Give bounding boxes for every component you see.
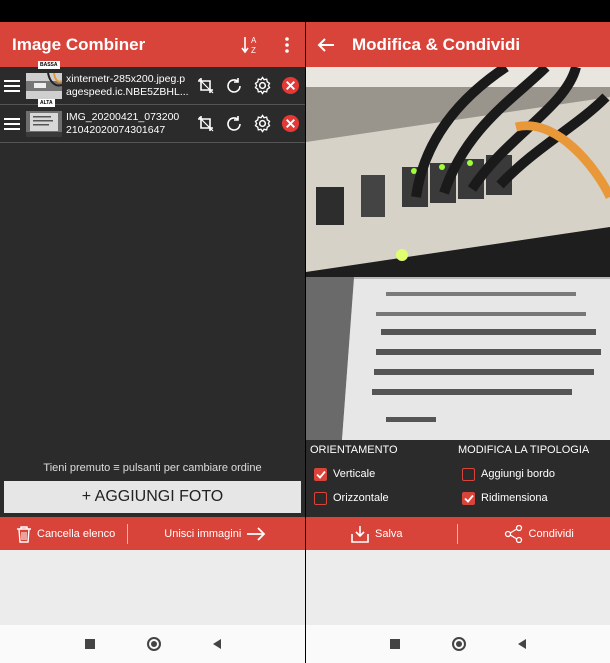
checkbox-checked-icon[interactable] [462,491,475,505]
quality-badge: BASSA [38,61,60,69]
checkbox-checked-icon[interactable] [314,467,327,481]
image-filename: xinternetr-285x200.jpeg.p agespeed.ic.NB… [66,72,189,98]
orientation-header: ORIENTAMENTO [310,444,398,456]
clear-list-button[interactable]: Cancella elenco [16,525,115,543]
save-icon [351,525,369,543]
rotate-icon[interactable] [220,72,248,100]
orientation-horizontal-label: Orizzontale [333,492,389,504]
svg-text:A: A [251,36,257,45]
save-label: Salva [375,527,403,540]
resize-option[interactable]: Ridimensiona [462,486,589,510]
svg-text:Z: Z [251,46,256,55]
image-list-item: ALTA IMG_20200421_073200 210420200743016… [0,99,305,143]
add-border-option[interactable]: Aggiungi bordo [462,462,589,486]
back-icon[interactable] [518,639,526,649]
home-icon[interactable] [452,637,466,651]
remove-icon[interactable] [276,72,304,100]
empty-area [306,550,610,625]
arrow-right-icon [247,526,266,541]
system-nav-bar [306,625,610,663]
clear-list-label: Cancella elenco [37,527,116,540]
resize-label: Ridimensiona [481,492,548,504]
remove-icon[interactable] [276,110,304,138]
app-bar: Modifica & Condividi [306,22,610,67]
home-icon[interactable] [146,637,161,651]
crop-icon[interactable] [192,110,220,138]
arrow-back-icon[interactable] [308,27,344,63]
options-panel: ORIENTAMENTO Verticale Orizzontale MODIF… [306,444,610,516]
recents-icon[interactable] [84,639,95,649]
trash-icon [17,525,31,543]
reorder-hint: Tieni premuto ≡ pulsanti per cambiare or… [43,462,262,474]
quality-badge: ALTA [38,99,55,107]
settings-icon[interactable] [248,110,276,138]
empty-area [0,550,305,625]
left-screen: Image Combiner AZ BASSA xinternetr-285x2… [0,22,305,663]
checkbox-unchecked-icon[interactable] [314,491,327,505]
drag-handle-icon[interactable] [0,105,24,143]
modify-header: MODIFICA LA TIPOLOGIA [458,444,590,456]
more-vert-icon[interactable] [269,27,305,63]
system-nav-bar [0,625,305,663]
bottom-action-bar: Cancella elenco Unisci immagini [0,517,305,550]
back-icon[interactable] [212,639,221,649]
share-button[interactable]: Condividi [504,524,574,543]
settings-icon[interactable] [248,72,276,100]
checkbox-unchecked-icon[interactable] [462,467,475,481]
rotate-icon[interactable] [220,110,248,138]
combine-images-label: Unisci immagini [164,527,242,540]
orientation-vertical-option[interactable]: Verticale [314,462,398,486]
app-title: Image Combiner [12,34,146,54]
share-icon [504,524,522,543]
screen-title: Modifica & Condividi [352,34,521,54]
divider [456,523,458,544]
image-thumbnail [26,110,62,137]
combined-image-preview [306,67,610,440]
image-thumbnail [26,72,63,99]
divider [127,523,129,544]
recents-icon[interactable] [390,639,400,649]
crop-icon[interactable] [192,72,220,100]
sort-az-icon[interactable]: AZ [233,27,269,63]
orientation-vertical-label: Verticale [333,468,376,480]
image-filename: IMG_20200421_073200 21042020074301647 [66,110,180,136]
add-border-label: Aggiungi bordo [481,468,556,480]
orientation-group: ORIENTAMENTO Verticale Orizzontale [310,444,398,510]
combine-images-button[interactable]: Unisci immagini [164,526,266,541]
share-label: Condividi [528,527,574,540]
bottom-action-bar: Salva Condividi [306,517,610,550]
orientation-horizontal-option[interactable]: Orizzontale [314,486,398,510]
add-photo-button[interactable]: + AGGIUNGI FOTO [4,481,301,513]
right-screen: Modifica & Condividi ORIENTAMENTO Vertic… [306,22,610,663]
save-button[interactable]: Salva [350,525,403,543]
modify-group: MODIFICA LA TIPOLOGIA Aggiungi bordo Rid… [458,444,589,510]
drag-handle-icon[interactable] [0,67,24,105]
